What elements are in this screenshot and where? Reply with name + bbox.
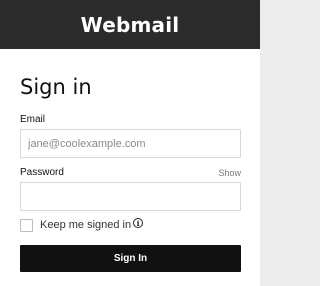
password-field[interactable] [20,182,241,211]
show-password-toggle[interactable]: Show [218,167,241,179]
app-header: Webmail [0,0,260,49]
password-label: Password [20,167,64,178]
email-field[interactable] [20,129,241,158]
keep-signed-in-checkbox[interactable] [20,218,33,232]
page-title: Sign in [20,75,92,99]
sign-in-button[interactable]: Sign In [20,245,241,272]
app-title: Webmail [80,12,180,37]
sign-in-card: Sign in Email Password Show Keep me sign… [0,49,260,286]
info-icon[interactable]: i [133,218,144,228]
email-label: Email [20,114,46,125]
keep-signed-in-label[interactable]: Keep me signed in [40,219,131,231]
keep-signed-in-row: Keep me signed in i [20,218,144,232]
